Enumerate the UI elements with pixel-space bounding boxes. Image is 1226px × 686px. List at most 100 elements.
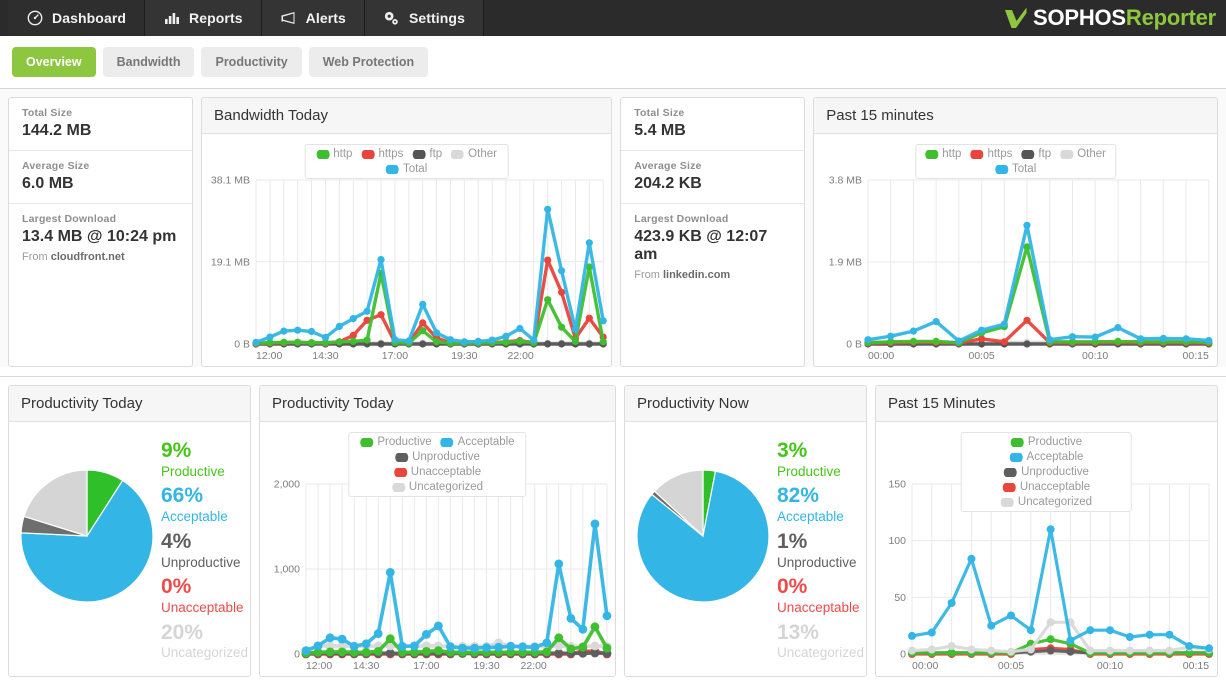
card-title: Productivity Now (624, 386, 866, 422)
legend-item[interactable]: https (970, 148, 1012, 160)
brand-text-sophos: SOPHOS (1032, 5, 1126, 30)
legend-label: Unacceptable (1019, 481, 1091, 493)
card-title: Productivity Today (260, 386, 615, 422)
legend-item[interactable]: Unacceptable (1002, 481, 1091, 493)
card-title: Past 15 Minutes (875, 386, 1218, 422)
nav-item-settings[interactable]: Settings (364, 0, 484, 36)
legend-label: Productive (377, 436, 432, 448)
tab-web-protection[interactable]: Web Protection (308, 47, 429, 77)
pie-stat: 20% Uncategorized (161, 621, 249, 663)
tab-bandwidth[interactable]: Bandwidth (102, 47, 195, 77)
legend-item[interactable]: Total (385, 163, 428, 175)
pie-stat-percent: 1% (776, 529, 808, 553)
svg-text:00:00: 00:00 (912, 660, 938, 672)
legend-label: Unproductive (412, 451, 480, 463)
nav-item-alerts[interactable]: Alerts (261, 0, 365, 36)
pie-stat: 13% Uncategorized (777, 621, 864, 663)
legend-item[interactable]: Uncategorized (391, 481, 483, 493)
legend-label: ftp (429, 148, 443, 160)
chart-legend: Productive Acceptable Unproductive Unacc… (348, 432, 527, 497)
pie-stat-label: Acceptable (161, 509, 228, 525)
nav-item-reports[interactable]: Reports (145, 0, 262, 36)
legend-item[interactable]: Unproductive (395, 451, 480, 463)
pie-stat: 0% Unacceptable (161, 576, 248, 617)
legend-item[interactable]: https (361, 148, 403, 160)
pie-stat-label: Uncategorized (161, 645, 249, 661)
stat-value: 13.4 MB @ 10:24 pm (22, 228, 177, 245)
svg-text:0: 0 (900, 649, 906, 661)
legend-item[interactable]: ftp (412, 148, 442, 160)
legend-item[interactable]: http (316, 148, 352, 160)
svg-text:1.9 MB: 1.9 MB (829, 257, 862, 268)
legend-item[interactable]: Unacceptable (393, 466, 482, 478)
legend-item[interactable]: Acceptable (1009, 451, 1083, 463)
legend-item[interactable]: Productive (1010, 436, 1083, 448)
legend-swatch (1000, 497, 1014, 507)
svg-text:2,000: 2,000 (274, 479, 300, 490)
legend-swatch (1004, 467, 1018, 477)
nav-label-dashboard: Dashboard (52, 10, 127, 26)
productivity-now-pie-card: Productivity Now 3% Productive 82% Accep… (623, 385, 867, 677)
legend-item[interactable]: ftp (1021, 148, 1051, 160)
legend-item[interactable]: Other (1060, 148, 1106, 160)
stat-source-prefix: From (634, 269, 663, 281)
stat-source-host: cloudfront.net (50, 251, 125, 263)
svg-text:12:00: 12:00 (306, 661, 332, 672)
pie-legend-list: 3% Productive 82% Acceptable 1% Unproduc… (771, 434, 864, 667)
stat-value: 204.2 KB (634, 175, 702, 192)
brand-text: SOPHOSReporter (1033, 5, 1216, 31)
legend-swatch (1009, 452, 1023, 462)
stat-source: From linkedin.com (634, 269, 791, 281)
legend-swatch (970, 149, 984, 159)
pie-stat-percent: 82% (776, 484, 819, 508)
stat-largest-download: Largest Download 13.4 MB @ 10:24 pm From… (9, 204, 192, 273)
svg-text:0: 0 (294, 649, 300, 660)
productivity-section: Productivity Today 9% Productive 66% Acc… (0, 377, 1226, 677)
svg-text:00:15: 00:15 (1183, 660, 1209, 672)
pie-stat: 4% Unproductive (161, 530, 248, 572)
legend-swatch (1010, 437, 1024, 447)
tab-productivity[interactable]: Productivity (201, 47, 302, 77)
stat-value: 5.4 MB (634, 122, 686, 139)
brand-text-reporter: Reporter (1125, 5, 1216, 30)
svg-text:19.1 MB: 19.1 MB (211, 256, 250, 268)
legend-item[interactable]: Uncategorized (1000, 496, 1093, 508)
legend-label: Uncategorized (1017, 496, 1093, 508)
nav-label-reports: Reports (189, 10, 243, 26)
legend-swatch (994, 164, 1008, 174)
legend-swatch (316, 149, 330, 159)
stat-label: Total Size (22, 107, 73, 119)
legend-label: Productive (1027, 436, 1083, 448)
pie-stat-percent: 9% (161, 439, 192, 462)
legend-item[interactable]: Other (451, 148, 497, 160)
legend-swatch (412, 149, 426, 159)
pie-stat-label: Productive (776, 463, 841, 479)
svg-text:14:30: 14:30 (353, 661, 379, 672)
legend-label: Total (402, 163, 428, 175)
bandwidth-today-card: Bandwidth Today http https ftp Other Tot… (201, 97, 613, 367)
legend-label: ftp (1038, 148, 1052, 160)
brand-logo: SOPHOSReporter (1003, 0, 1216, 36)
tab-overview[interactable]: Overview (12, 47, 96, 77)
svg-text:00:05: 00:05 (998, 660, 1024, 672)
legend-item[interactable]: Acceptable (440, 436, 515, 448)
svg-text:1,000: 1,000 (274, 564, 300, 575)
card-title: Bandwidth Today (202, 98, 612, 134)
legend-item[interactable]: Productive (360, 436, 432, 448)
nav-item-dashboard[interactable]: Dashboard (8, 0, 146, 36)
legend-swatch (1021, 149, 1035, 159)
stat-label: Average Size (634, 160, 702, 172)
legend-item[interactable]: http (925, 148, 961, 160)
legend-item[interactable]: Unproductive (1004, 466, 1089, 478)
pie-chart-productivity-now (635, 468, 771, 604)
pie-stat-percent: 0% (776, 575, 808, 599)
pie-legend-list: 9% Productive 66% Acceptable 4% Unproduc… (155, 434, 248, 667)
svg-text:100: 100 (888, 535, 906, 547)
legend-swatch (395, 452, 409, 462)
legend-item[interactable]: Total (994, 163, 1036, 175)
pie-stat: 82% Acceptable (777, 485, 864, 526)
card-title: Productivity Today (9, 386, 250, 422)
bandwidth-stats-card: Total Size 144.2 MB Average Size 6.0 MB … (8, 97, 193, 367)
legend-label: Unacceptable (410, 466, 482, 478)
svg-text:0 B: 0 B (234, 339, 250, 351)
